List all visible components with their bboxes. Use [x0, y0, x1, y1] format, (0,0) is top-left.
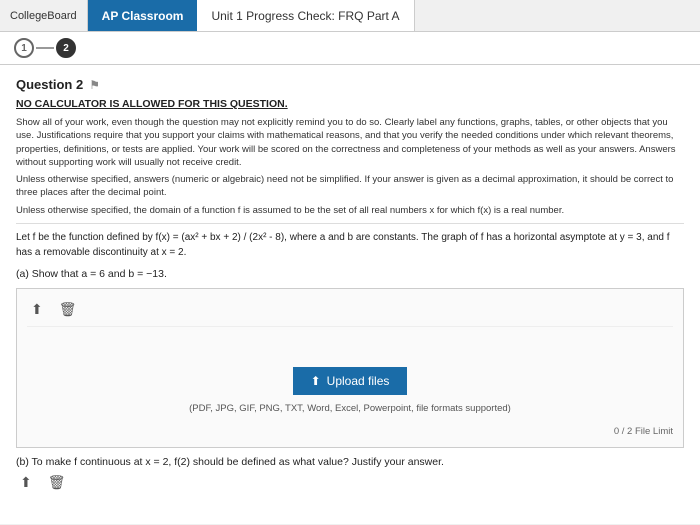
step-2[interactable]: 2: [56, 38, 76, 58]
no-calculator-notice: NO CALCULATOR IS ALLOWED FOR THIS QUESTI…: [16, 98, 684, 110]
main-content: Question 2 ⚑ NO CALCULATOR IS ALLOWED FO…: [0, 65, 700, 524]
instruction-3: Unless otherwise specified, the domain o…: [16, 204, 684, 217]
part-b-toolbar: ⬆ 🗑: [16, 468, 684, 497]
upload-toolbar: ⬆ 🗑: [27, 299, 673, 327]
upload-center: ⬆ Upload files (PDF, JPG, GIF, PNG, TXT,…: [27, 357, 673, 420]
tab-ap-classroom[interactable]: AP Classroom: [88, 0, 198, 31]
college-board-label: CollegeBoard: [10, 10, 77, 22]
upload-area: ⬆ 🗑 ⬆ Upload files (PDF, JPG, GIF, PNG, …: [16, 288, 684, 448]
step-indicator: 1 2: [0, 32, 700, 65]
file-limit: 0 / 2 File Limit: [27, 426, 673, 437]
instruction-2: Unless otherwise specified, answers (num…: [16, 173, 684, 200]
upload-hint: (PDF, JPG, GIF, PNG, TXT, Word, Excel, P…: [189, 403, 511, 414]
upload-toolbar-delete-btn[interactable]: 🗑: [55, 299, 81, 320]
college-board-link[interactable]: CollegeBoard: [0, 0, 88, 31]
problem-statement: Let f be the function defined by f(x) = …: [16, 230, 684, 260]
part-a-label: (a) Show that a = 6 and b = −13.: [16, 268, 684, 280]
flag-icon[interactable]: ⚑: [89, 78, 100, 92]
question-title: Question 2: [16, 77, 83, 92]
part-b: (b) To make f continuous at x = 2, f(2) …: [16, 456, 684, 497]
part-b-label: (b) To make f continuous at x = 2, f(2) …: [16, 456, 684, 468]
upload-arrow-icon: ⬆: [311, 374, 321, 388]
step-1[interactable]: 1: [14, 38, 34, 58]
part-b-upload-btn[interactable]: ⬆: [16, 472, 36, 493]
instruction-1: Show all of your work, even though the q…: [16, 116, 684, 169]
upload-files-button[interactable]: ⬆ Upload files: [293, 367, 408, 395]
top-bar: CollegeBoard AP Classroom Unit 1 Progres…: [0, 0, 700, 32]
part-b-delete-btn[interactable]: 🗑: [44, 472, 70, 493]
divider: [16, 223, 684, 224]
tab-unit-title[interactable]: Unit 1 Progress Check: FRQ Part A: [197, 0, 414, 31]
question-header: Question 2 ⚑: [16, 77, 684, 92]
upload-toolbar-upload-btn[interactable]: ⬆: [27, 299, 47, 320]
step-connector: [36, 47, 54, 49]
